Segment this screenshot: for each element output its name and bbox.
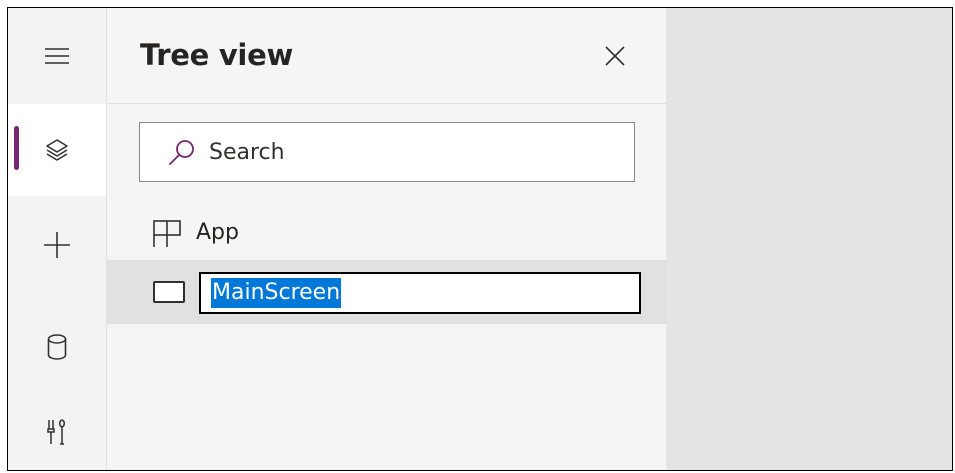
search-box[interactable] bbox=[139, 122, 635, 182]
data-button[interactable] bbox=[8, 302, 106, 392]
close-button[interactable] bbox=[595, 36, 635, 76]
left-rail bbox=[8, 8, 107, 470]
screen-rename-input[interactable]: MainScreen bbox=[199, 272, 641, 314]
app-icon bbox=[153, 220, 181, 247]
advanced-tools-button[interactable] bbox=[8, 392, 106, 470]
tree-view-button[interactable] bbox=[8, 104, 106, 196]
panel-title: Tree view bbox=[140, 38, 293, 72]
tree-item-screen[interactable]: MainScreen bbox=[107, 260, 666, 324]
close-icon bbox=[605, 46, 625, 66]
insert-button[interactable] bbox=[8, 200, 106, 290]
search-icon bbox=[167, 137, 197, 167]
active-indicator bbox=[14, 126, 19, 170]
tree-item-app[interactable]: App bbox=[107, 208, 666, 258]
app-label: App bbox=[196, 220, 239, 245]
app-window: Tree view App bbox=[7, 7, 953, 471]
screen-icon bbox=[153, 281, 185, 303]
hamburger-menu-button[interactable] bbox=[8, 8, 106, 104]
tree-view-panel: Tree view App bbox=[107, 8, 667, 470]
screen-name-text: MainScreen bbox=[211, 278, 342, 308]
hamburger-menu-icon bbox=[45, 48, 69, 64]
search-input[interactable] bbox=[209, 139, 609, 165]
panel-header: Tree view bbox=[107, 8, 666, 104]
layers-icon bbox=[46, 139, 68, 161]
canvas-area bbox=[667, 8, 952, 470]
plus-icon bbox=[44, 232, 70, 258]
tools-icon bbox=[47, 419, 65, 445]
database-icon bbox=[47, 334, 67, 360]
